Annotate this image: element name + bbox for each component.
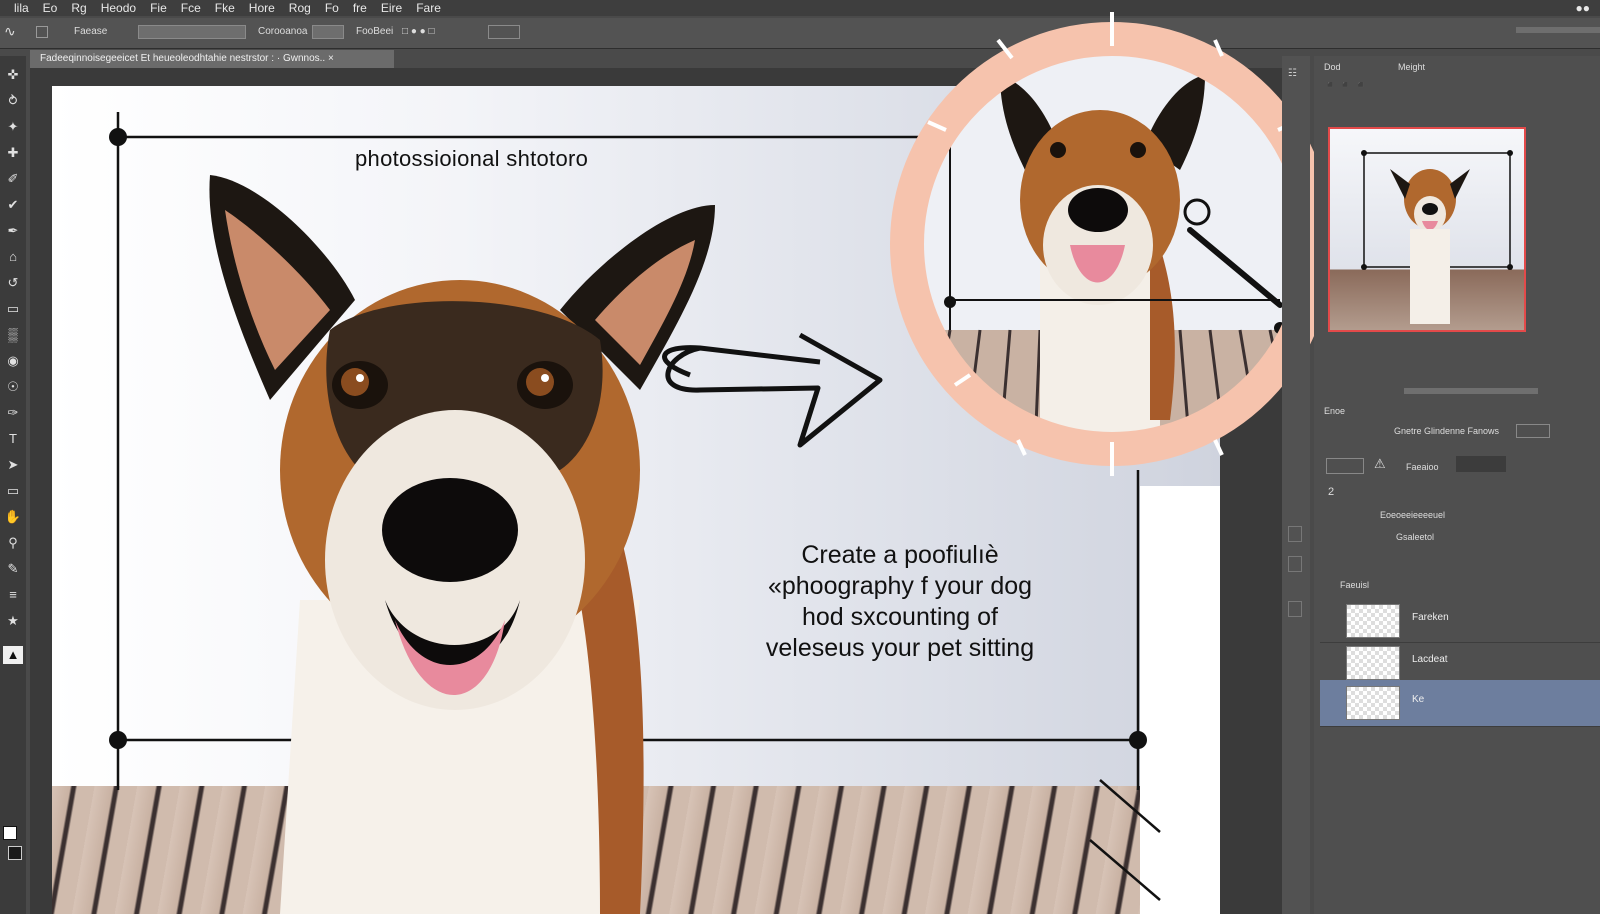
- size-slider[interactable]: [138, 25, 246, 39]
- note-tool-icon[interactable]: ✎: [3, 560, 23, 578]
- background-color-swatch[interactable]: [8, 846, 22, 860]
- navigator-tab[interactable]: Meight: [1398, 62, 1425, 72]
- layer-option-label: Gsaleetol: [1396, 532, 1435, 542]
- layer-group-label[interactable]: Faeuisl: [1340, 580, 1369, 590]
- hand-tool-icon[interactable]: ✋: [3, 508, 23, 526]
- gradient-icon[interactable]: ▒: [3, 326, 23, 344]
- menu-item[interactable]: fre: [353, 1, 367, 15]
- zoom-slider[interactable]: [1404, 388, 1538, 394]
- layer-count: 2: [1328, 486, 1335, 498]
- history-brush-icon[interactable]: ↺: [3, 274, 23, 292]
- path-select-icon[interactable]: ➤: [3, 456, 23, 474]
- preset-picker-icon[interactable]: [36, 26, 48, 38]
- menu-item[interactable]: Rog: [289, 1, 311, 15]
- menu-item[interactable]: Eo: [43, 1, 58, 15]
- options-bar: ∿ Faease Corooanoa FooBeei □ ● ● □: [0, 18, 1600, 49]
- eyedropper-icon[interactable]: ✐: [3, 170, 23, 188]
- document-tab[interactable]: Fadeeqinnoisegeeicet Et heueoleodhtahie …: [30, 50, 394, 68]
- opacity-field[interactable]: [1456, 456, 1506, 472]
- shape-tool-icon[interactable]: ▭: [3, 482, 23, 500]
- caption-line: «phoography f your dog: [767, 572, 1033, 600]
- layer-name: Lacdeat: [1412, 654, 1448, 665]
- healing-brush-icon[interactable]: ✔: [3, 196, 23, 214]
- option-label: Corooanoa: [258, 26, 308, 37]
- menu-item[interactable]: Hore: [249, 1, 275, 15]
- eraser-icon[interactable]: ▭: [3, 300, 23, 318]
- caption-line: veleseus your pet sitting: [765, 634, 1035, 662]
- brush-tool-icon[interactable]: ∿: [4, 23, 16, 40]
- value-field[interactable]: [312, 25, 344, 39]
- menu-item[interactable]: Fke: [215, 1, 235, 15]
- layer-row[interactable]: Fareken: [1320, 598, 1600, 643]
- layer-row[interactable]: Lacdeat: [1320, 640, 1600, 685]
- panel-dock-strip: ☷: [1282, 56, 1310, 914]
- blend-mode-select[interactable]: [1326, 458, 1364, 474]
- menu-item[interactable]: Eire: [381, 1, 402, 15]
- panel-icon[interactable]: [1288, 526, 1302, 542]
- mode-icons[interactable]: □ ● ● □: [402, 26, 435, 37]
- menu-item[interactable]: Fie: [150, 1, 167, 15]
- layer-name: Ke: [1412, 694, 1425, 705]
- menu-item[interactable]: Fare: [416, 1, 441, 15]
- dodge-icon[interactable]: ☉: [3, 378, 23, 396]
- count-tool-icon[interactable]: ★: [3, 612, 23, 630]
- panel-icon[interactable]: [1288, 601, 1302, 617]
- layers-panel-header[interactable]: Enoe: [1324, 406, 1345, 416]
- navigator-tab[interactable]: Dod: [1324, 62, 1341, 72]
- toggle-button[interactable]: [488, 25, 520, 39]
- foreground-color-swatch[interactable]: [3, 826, 17, 840]
- canvas-caption: Create a poofiulıѐ «phoography f your do…: [740, 540, 1060, 664]
- lasso-tool-icon[interactable]: ⥁: [3, 92, 23, 110]
- option-label: Faease: [74, 26, 108, 37]
- canvas-title-text: photossioional shtotoro: [355, 146, 589, 171]
- toolbox: ✜ ⥁ ✦ ✚ ✐ ✔ ✒ ⌂ ↺ ▭ ▒ ◉ ☉ ✑ T ➤ ▭ ✋ ⚲ ✎ …: [0, 56, 26, 914]
- pointer-tool-icon[interactable]: ▲: [3, 646, 23, 664]
- workspace-field[interactable]: [1516, 27, 1600, 33]
- panel-icon[interactable]: [1288, 556, 1302, 572]
- menu-item[interactable]: Heodo: [101, 1, 136, 15]
- panel-menu-button[interactable]: [1516, 424, 1550, 438]
- zoom-tool-icon[interactable]: ⚲: [3, 534, 23, 552]
- menu-item[interactable]: Fce: [181, 1, 201, 15]
- layer-option-label: Eoeoeeieeeeuel: [1380, 510, 1446, 520]
- panel-icon[interactable]: ☷: [1288, 68, 1297, 79]
- crop-tool-icon[interactable]: ✚: [3, 144, 23, 162]
- layer-name: Fareken: [1412, 612, 1449, 623]
- navigator-thumbnail[interactable]: [1328, 127, 1526, 332]
- menu-bar: lila Eo Rg Heodo Fie Fce Fke Hore Rog Fo…: [0, 0, 1600, 16]
- menu-item[interactable]: Fo: [325, 1, 339, 15]
- layer-thumbnail: [1346, 604, 1400, 638]
- wooden-floor: [52, 786, 1140, 914]
- caption-line: hod sxcounting of: [802, 603, 998, 631]
- window-controls-icon[interactable]: ●●: [1576, 1, 1591, 15]
- option-label: FooBeei: [356, 26, 394, 37]
- magic-wand-icon[interactable]: ✦: [3, 118, 23, 136]
- opacity-label: Faeaioo: [1406, 462, 1439, 472]
- brush-icon[interactable]: ✒: [3, 222, 23, 240]
- menu-item[interactable]: lila: [14, 1, 29, 15]
- stamp-icon[interactable]: ⌂: [3, 248, 23, 266]
- layer-thumbnail: [1346, 686, 1400, 720]
- navigator-preview: [1361, 150, 1513, 324]
- canvas-white-panel: [1140, 486, 1220, 914]
- warning-icon: ⚠: [1374, 456, 1386, 471]
- blur-icon[interactable]: ◉: [3, 352, 23, 370]
- layer-row-selected[interactable]: Ke: [1320, 680, 1600, 727]
- navigator-icons[interactable]: ◾ ◾ ◾: [1324, 80, 1367, 91]
- layers-panel-title: Gnetre Glindenne Fanows: [1394, 426, 1500, 436]
- menu-item[interactable]: Rg: [71, 1, 86, 15]
- pen-icon[interactable]: ✑: [3, 404, 23, 422]
- ruler-icon[interactable]: ≡: [3, 586, 23, 604]
- layer-thumbnail: [1346, 646, 1400, 680]
- type-tool-icon[interactable]: T: [3, 430, 23, 448]
- caption-line: Create a poofiulıѐ: [801, 541, 999, 569]
- move-tool-icon[interactable]: ✜: [3, 66, 23, 84]
